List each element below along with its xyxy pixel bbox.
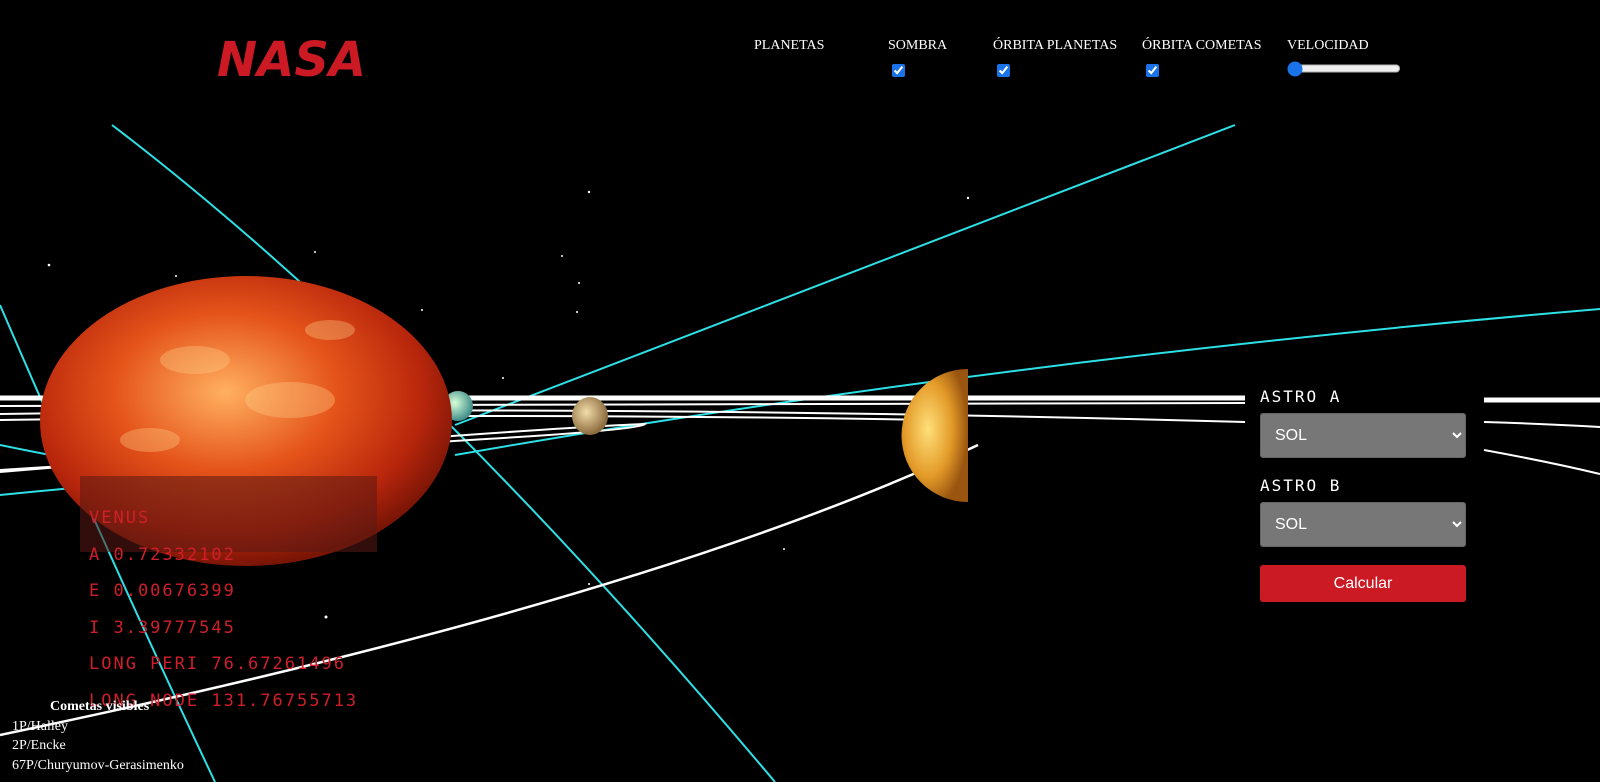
comet-item[interactable]: 67P/Churyumov-Gerasimenko [12, 756, 184, 776]
toggle-planetas: PLANETAS [754, 38, 824, 54]
astro-b-label: ASTRO B [1260, 476, 1342, 495]
distance-calculator: ASTRO A SOL ASTRO B SOL Calcular [1260, 387, 1466, 602]
comets-list: Cometas visibles 1P/Halley 2P/Encke 67P/… [12, 697, 184, 775]
astro-b-select[interactable]: SOL [1260, 502, 1466, 547]
comets-title: Cometas visibles [50, 699, 150, 714]
comet-item[interactable]: 2P/Encke [12, 736, 184, 756]
astro-a-select[interactable]: SOL [1260, 413, 1466, 458]
sombra-checkbox[interactable] [892, 64, 905, 77]
toggle-sombra[interactable]: SOMBRA [888, 38, 947, 82]
venus-planet[interactable] [901, 369, 968, 502]
planet-name: VENUS [89, 508, 151, 528]
toggle-orbita-cometas[interactable]: ÓRBITA COMETAS [1142, 38, 1262, 82]
orbita-planetas-checkbox[interactable] [997, 64, 1010, 77]
info-line-a: A 0.72332102 [89, 544, 236, 565]
orbita-cometas-label: ÓRBITA COMETAS [1142, 38, 1262, 53]
orbita-planetas-label: ÓRBITA PLANETAS [993, 38, 1118, 53]
info-line-e: E 0.00676399 [89, 581, 236, 601]
velocidad-label: VELOCIDAD [1287, 38, 1369, 53]
svg-text:NASA: NASA [217, 34, 366, 82]
calcular-button[interactable]: Calcular [1260, 565, 1466, 602]
info-line-long-peri: LONG PERI 76.67261496 [89, 654, 346, 674]
velocidad-slider[interactable] [1287, 62, 1401, 75]
orbita-cometas-checkbox[interactable] [1146, 64, 1159, 77]
planet-info-lines: VENUS A 0.72332102 E 0.00676399 I 3.3977… [89, 500, 358, 719]
toggle-orbita-planetas[interactable]: ÓRBITA PLANETAS [993, 38, 1117, 82]
planetas-label: PLANETAS [754, 38, 825, 53]
astro-a-label: ASTRO A [1260, 387, 1342, 406]
sombra-label: SOMBRA [888, 38, 948, 53]
nasa-logo: NASA [217, 34, 366, 82]
velocidad-control[interactable]: VELOCIDAD [1287, 38, 1401, 80]
mercury-planet[interactable] [572, 397, 608, 435]
comet-item[interactable]: 1P/Halley [12, 717, 184, 737]
info-line-i: I 3.39777545 [89, 617, 236, 638]
